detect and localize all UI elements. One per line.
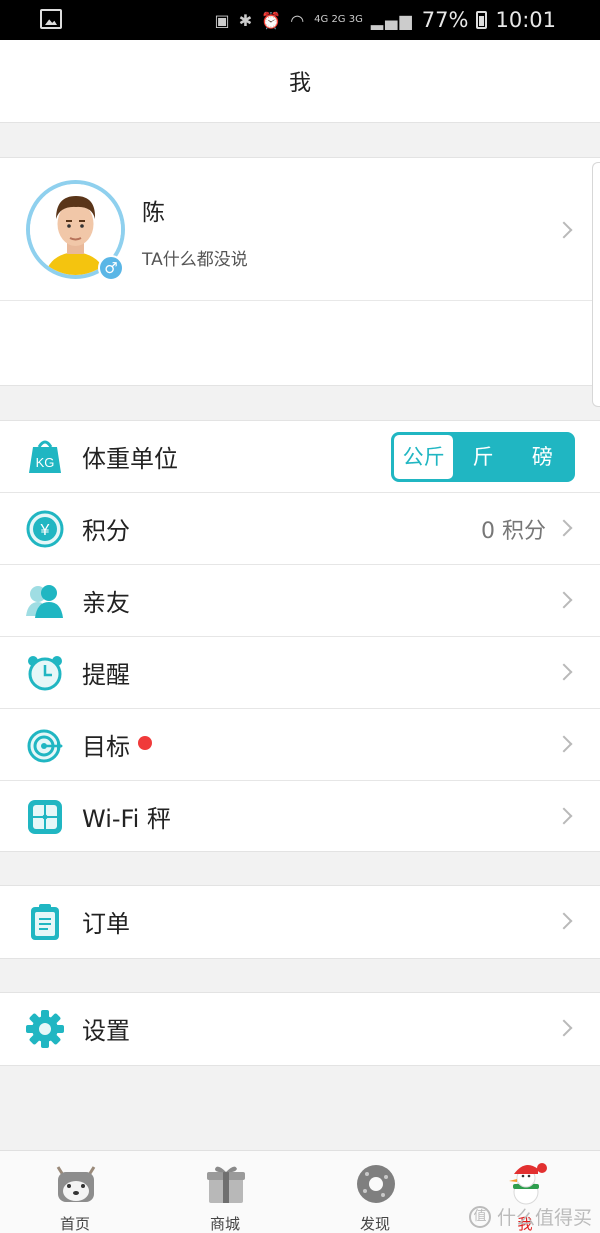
settings-row[interactable]: 设置 xyxy=(0,993,600,1065)
chevron-right-icon xyxy=(555,519,573,537)
orders-label: 订单 xyxy=(82,910,130,938)
polar-bear-icon xyxy=(56,1166,96,1202)
kg-weight-icon: KG xyxy=(29,440,61,473)
reminder-row[interactable]: 提醒 xyxy=(0,637,600,709)
tab-mall-label: 商城 xyxy=(209,1215,240,1233)
settings-group: 设置 xyxy=(0,992,600,1066)
chevron-right-icon xyxy=(555,1019,573,1037)
kg-icon-text: KG xyxy=(36,455,55,470)
weight-unit-toggle: 公斤 斤 磅 xyxy=(391,432,575,482)
watermark-text: 什么值得买 xyxy=(496,1207,592,1229)
donut-icon xyxy=(357,1165,395,1203)
chevron-right-icon xyxy=(555,221,573,239)
coin-icon-text: ¥ xyxy=(40,522,50,539)
settings-label: 设置 xyxy=(82,1017,130,1045)
friends-row[interactable]: 亲友 xyxy=(0,565,600,637)
weight-unit-label: 体重单位 xyxy=(82,445,178,473)
points-row[interactable]: ¥ 积分 0 积分 xyxy=(0,493,600,565)
reminder-label: 提醒 xyxy=(82,661,130,689)
chevron-right-icon xyxy=(555,591,573,609)
male-gender-icon: ♂ xyxy=(98,255,124,281)
points-value: 0 积分 xyxy=(481,519,546,544)
alarm-clock-icon xyxy=(28,656,62,691)
tab-discover[interactable]: 发现 xyxy=(300,1151,450,1233)
unit-option-lb[interactable]: 磅 xyxy=(513,435,572,479)
tab-home[interactable]: 首页 xyxy=(0,1151,150,1233)
profile-name: 陈 xyxy=(142,200,165,226)
orders-row[interactable]: 订单 xyxy=(0,886,600,958)
profile-bio: TA什么都没说 xyxy=(142,250,248,270)
friends-label: 亲友 xyxy=(82,589,130,617)
clock-time: 10:01 xyxy=(495,8,556,32)
chevron-right-icon xyxy=(555,735,573,753)
side-panel-handle[interactable] xyxy=(592,162,600,407)
unit-option-kg[interactable]: 公斤 xyxy=(394,435,454,479)
scale-icon xyxy=(28,800,62,834)
unit-option-jin[interactable]: 斤 xyxy=(453,435,512,479)
gallery-notification-icon xyxy=(40,9,62,29)
orders-group: 订单 xyxy=(0,885,600,959)
wifi-scale-label: Wi-Fi 秤 xyxy=(82,805,171,833)
chevron-right-icon xyxy=(555,663,573,681)
new-badge-dot xyxy=(138,736,152,750)
page-title: 我 xyxy=(288,71,311,96)
status-icons: ▣ ✱ ⏰ ◠ 4G 2G 3G ▂▄▆ 77% 10:01 xyxy=(214,0,556,40)
tab-mall[interactable]: 商城 xyxy=(150,1151,300,1233)
target-icon xyxy=(27,729,63,763)
coin-icon: ¥ xyxy=(26,510,64,548)
status-bar: ▣ ✱ ⏰ ◠ 4G 2G 3G ▂▄▆ 77% 10:01 xyxy=(0,0,600,40)
settings-group-main: KG 体重单位 公斤 斤 磅 ¥ 积分 0 积分 亲友 提醒 目标 Wi-Fi … xyxy=(0,420,600,852)
snowman-icon xyxy=(509,1163,547,1205)
signal-icon: ▂▄▆ xyxy=(370,10,414,30)
page-header: 我 xyxy=(0,40,600,123)
tab-home-label: 首页 xyxy=(59,1215,90,1233)
watermark: 值 什么值得买 xyxy=(468,1203,592,1230)
battery-percent: 77% xyxy=(421,8,469,32)
profile-card: ♂ 0 动态 0 关注 0 粉丝 xyxy=(0,157,600,532)
system-status-icons: ▣ ✱ ⏰ ◠ xyxy=(214,10,307,30)
clipboard-icon xyxy=(31,904,59,940)
watermark-badge: 值 xyxy=(468,1205,491,1228)
tab-discover-label: 发现 xyxy=(359,1215,390,1233)
friends-icon xyxy=(26,585,63,618)
goal-row[interactable]: 目标 xyxy=(0,709,600,781)
goal-label: 目标 xyxy=(82,733,130,761)
chevron-right-icon xyxy=(555,912,573,930)
network-type-label: 4G 2G 3G xyxy=(314,14,363,25)
weight-unit-row: KG 体重单位 公斤 斤 磅 xyxy=(0,421,600,493)
profile-row[interactable]: ♂ xyxy=(0,158,600,301)
battery-icon xyxy=(476,11,488,29)
gear-icon xyxy=(26,1010,64,1048)
points-label: 积分 xyxy=(82,517,130,545)
wifi-scale-row[interactable]: Wi-Fi 秤 xyxy=(0,781,600,853)
gift-box-icon xyxy=(207,1166,245,1203)
chevron-right-icon xyxy=(555,807,573,825)
